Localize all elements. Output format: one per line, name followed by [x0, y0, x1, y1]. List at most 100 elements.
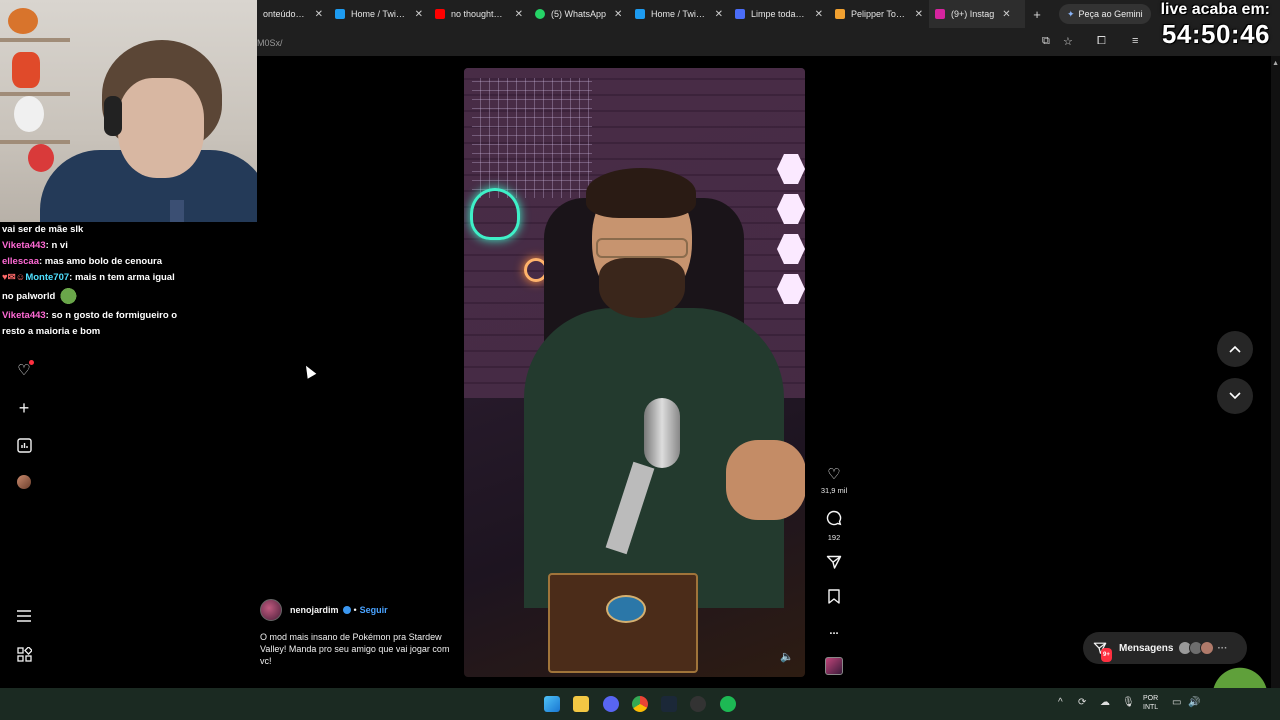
- webcam-feed: [0, 0, 257, 222]
- like-count: 31,9 mil: [820, 486, 848, 495]
- more-apps-grid-icon[interactable]: [15, 645, 33, 663]
- display-icon[interactable]: ▭: [1172, 697, 1181, 708]
- previous-reel-button[interactable]: [1217, 331, 1253, 367]
- volume-icon[interactable]: 🔊: [1188, 697, 1200, 708]
- url-field[interactable]: M0Sx/: [257, 30, 1087, 54]
- close-icon[interactable]: ✕: [915, 9, 923, 20]
- whatsapp-icon: [535, 9, 545, 19]
- close-icon[interactable]: ✕: [315, 9, 323, 20]
- chat-message: ellescaa: mas amo bolo de cenoura: [2, 254, 252, 270]
- extensions-icon[interactable]: ⧠: [1097, 35, 1106, 48]
- tab-label: (9+) Instag: [951, 9, 995, 19]
- messages-label: Mensagens: [1119, 642, 1174, 654]
- keyboard-layout: INTL: [1143, 704, 1159, 711]
- close-icon[interactable]: ✕: [1002, 9, 1010, 20]
- cloud-icon[interactable]: ☁: [1100, 697, 1110, 708]
- discord-icon[interactable]: [603, 696, 619, 712]
- chat-text: : so n gosto de formigueiro o: [45, 310, 178, 321]
- share-button[interactable]: [818, 554, 850, 574]
- next-reel-button[interactable]: [1217, 378, 1253, 414]
- chevron-down-icon: [1229, 392, 1241, 400]
- chat-text: no palworld: [2, 291, 56, 302]
- author-name[interactable]: nenojardim: [290, 605, 339, 615]
- neon-sign: [470, 188, 520, 240]
- avatar[interactable]: [260, 599, 282, 621]
- new-tab-button[interactable]: +: [1025, 7, 1049, 22]
- tab-label: (5) WhatsApp: [551, 9, 607, 19]
- close-icon[interactable]: ✕: [715, 9, 723, 20]
- bookmark-icon: [818, 589, 850, 608]
- chat-user: Monte707: [25, 272, 70, 283]
- heart-icon: ♡: [827, 466, 841, 483]
- site-icon: [835, 9, 845, 19]
- gemini-button[interactable]: ✦ Peça ao Gemini: [1059, 4, 1151, 24]
- browser-tab-strip: onteúdo do c ✕ Home / Twitter ✕ no thoug…: [257, 0, 1280, 28]
- microphone: [644, 398, 680, 468]
- separator: •: [353, 605, 357, 615]
- steam-icon[interactable]: [661, 696, 677, 712]
- scrollbar[interactable]: [1271, 56, 1280, 688]
- chat-text: : n vi: [45, 240, 68, 251]
- book: [548, 573, 698, 673]
- avatar: [17, 475, 31, 489]
- comment-bubble-icon: [818, 510, 850, 530]
- reading-list-icon[interactable]: ≡: [1132, 35, 1138, 47]
- chat-message: Viketa443: so n gosto de formigueiro o: [2, 308, 252, 324]
- chat-user: ellescaa: [2, 256, 39, 267]
- close-icon[interactable]: ✕: [815, 9, 823, 20]
- notifications-heart-icon[interactable]: ♡: [15, 360, 34, 379]
- windows-start-icon[interactable]: [544, 696, 560, 712]
- chat-message: Viketa443: n vi: [2, 238, 252, 254]
- install-icon[interactable]: ⧉: [1042, 35, 1050, 48]
- more-options-button[interactable]: ...: [818, 623, 850, 639]
- chat-text: : mas amo bolo de cenoura: [38, 256, 162, 267]
- file-explorer-icon[interactable]: [573, 696, 589, 712]
- timer-label: live acaba em:: [1160, 1, 1270, 18]
- like-button[interactable]: ♡ 31,9 mil: [818, 466, 850, 496]
- tab-label: Pelipper Town: [851, 9, 907, 19]
- close-icon[interactable]: ✕: [515, 9, 523, 20]
- bookmark-star-icon[interactable]: ☆: [1063, 35, 1073, 48]
- browser-tab[interactable]: Home / Twitter ✕: [329, 0, 429, 28]
- browser-tab[interactable]: no thoughts, h ✕: [429, 0, 529, 28]
- browser-tab[interactable]: (5) WhatsApp ✕: [529, 0, 629, 28]
- browser-tab-active[interactable]: (9+) Instag ✕: [929, 0, 1025, 28]
- scroll-up-arrow-icon[interactable]: ▲: [1272, 60, 1279, 67]
- tray-chevron-up-icon[interactable]: ^: [1058, 697, 1063, 708]
- browser-tab[interactable]: Pelipper Town ✕: [829, 0, 929, 28]
- audio-thumbnail[interactable]: [825, 657, 843, 675]
- notification-dot: [29, 360, 34, 365]
- spotify-icon[interactable]: [720, 696, 736, 712]
- menu-hamburger-icon[interactable]: [15, 607, 33, 625]
- chrome-icon[interactable]: [632, 696, 648, 712]
- tab-label: onteúdo do c: [263, 9, 307, 19]
- comment-button[interactable]: 192: [818, 510, 850, 542]
- speaker-icon[interactable]: 🔈: [780, 650, 794, 663]
- input-language[interactable]: POR INTL: [1143, 694, 1158, 712]
- microphone-icon[interactable]: 🎙: [1122, 697, 1135, 708]
- browser-tab[interactable]: onteúdo do c ✕: [257, 0, 329, 28]
- sync-icon[interactable]: ⟳: [1078, 697, 1086, 708]
- extension-icon: [735, 9, 745, 19]
- browser-tab[interactable]: Limpe todas a ✕: [729, 0, 829, 28]
- twitter-icon: [635, 9, 645, 19]
- chat-message: resto a maioria e bom: [2, 324, 252, 340]
- send-icon: [818, 554, 850, 574]
- follow-button[interactable]: Seguir: [360, 605, 388, 615]
- dashboard-chart-icon[interactable]: [15, 436, 33, 454]
- close-icon[interactable]: ✕: [614, 9, 622, 20]
- reel-video[interactable]: 🔈: [464, 68, 805, 677]
- pepe-emote-icon: [57, 288, 84, 305]
- chat-badges: ♥✉☺: [2, 272, 26, 283]
- reel-caption: O mod mais insano de Pokémon pra Stardew…: [260, 632, 450, 666]
- browser-tab[interactable]: Home / Twitter ✕: [629, 0, 729, 28]
- save-button[interactable]: [818, 589, 850, 608]
- close-icon[interactable]: ✕: [415, 9, 423, 20]
- create-plus-icon[interactable]: +: [15, 398, 33, 418]
- obs-icon[interactable]: [690, 696, 706, 712]
- profile-avatar[interactable]: [15, 473, 33, 491]
- gemini-label: Peça ao Gemini: [1078, 9, 1143, 19]
- tab-label: Limpe todas a: [751, 9, 807, 19]
- reel-author: nenojardim • Seguir: [260, 599, 388, 621]
- ellipsis-icon: ···: [1217, 642, 1228, 654]
